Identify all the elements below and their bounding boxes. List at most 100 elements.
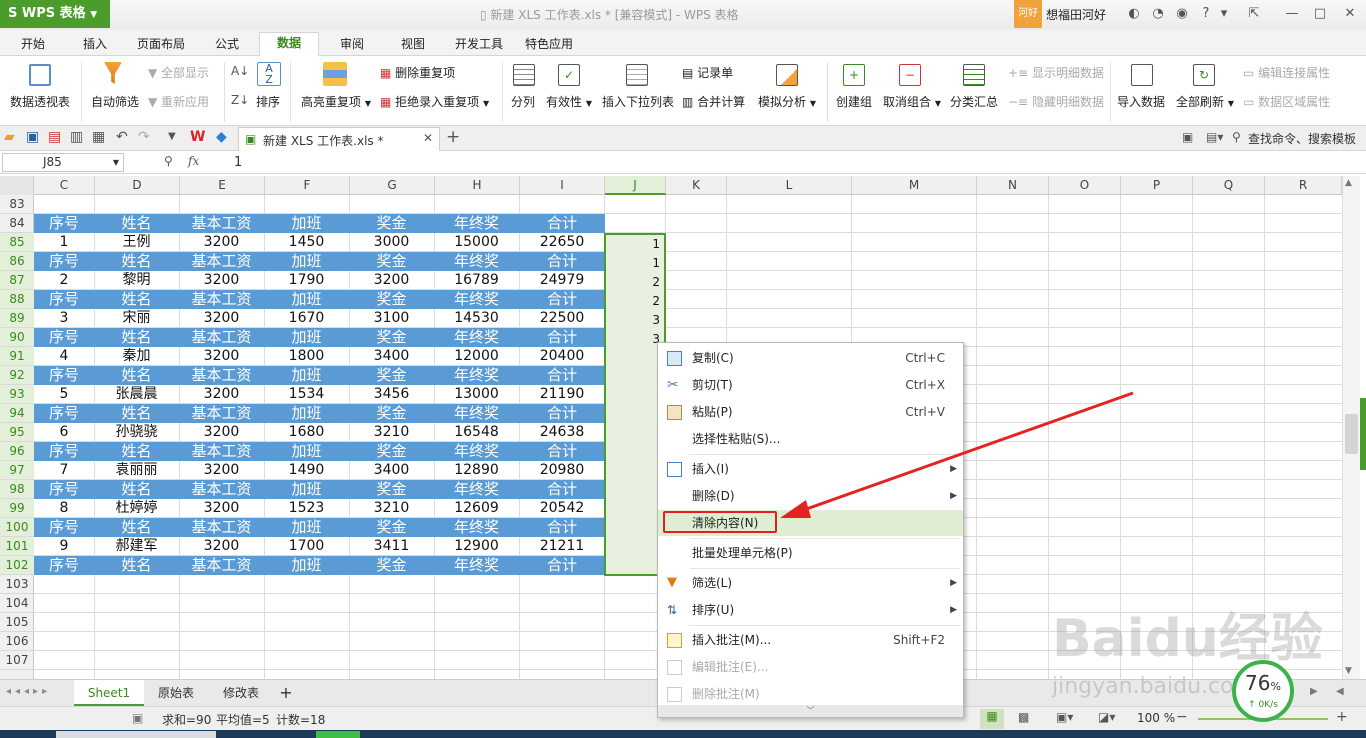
table-cell[interactable]: 奖金: [349, 556, 434, 575]
table-cell[interactable]: 12609: [434, 499, 519, 518]
table-cell[interactable]: 加班: [264, 214, 349, 233]
table-cell[interactable]: 序号: [34, 480, 94, 499]
table-cell[interactable]: 24638: [519, 423, 605, 442]
open-folder-icon[interactable]: ▰: [4, 129, 15, 145]
table-cell[interactable]: 张晨晨: [94, 385, 179, 404]
range-properties-button[interactable]: ▭ 数据区域属性: [1243, 93, 1330, 110]
close-icon[interactable]: ✕: [423, 131, 433, 145]
function-icon[interactable]: fx: [188, 154, 199, 168]
table-cell[interactable]: 16548: [434, 423, 519, 442]
col-header[interactable]: L: [727, 176, 852, 195]
user-name[interactable]: 想福田河好: [1046, 6, 1106, 23]
table-cell[interactable]: 3200: [349, 271, 434, 290]
table-cell[interactable]: 序号: [34, 328, 94, 347]
settings-icon[interactable]: ◉: [1172, 4, 1192, 24]
menu-filter[interactable]: ▼ 筛选(L) ▶: [658, 570, 963, 596]
menu-sort[interactable]: ⇅ 排序(U) ▶: [658, 597, 963, 623]
col-header-selected[interactable]: J: [605, 176, 666, 195]
zoom-in-icon[interactable]: +: [1336, 709, 1348, 725]
search-icon[interactable]: ⚲: [1232, 130, 1241, 144]
select-all-corner[interactable]: [0, 176, 34, 195]
table-cell[interactable]: 1523: [264, 499, 349, 518]
table-cell[interactable]: 年终奖: [434, 404, 519, 423]
tab-home[interactable]: 开始: [8, 34, 58, 56]
table-header-row[interactable]: 序号 姓名 基本工资 加班 奖金 年终奖 合计: [34, 442, 605, 461]
formula-input[interactable]: 1: [234, 155, 242, 170]
table-cell[interactable]: 16789: [434, 271, 519, 290]
table-cell[interactable]: 基本工资: [179, 328, 264, 347]
table-cell[interactable]: 奖金: [349, 442, 434, 461]
sheet-tab-active[interactable]: Sheet1: [74, 680, 144, 706]
reapply-button[interactable]: ▼ 重新应用: [148, 93, 209, 110]
table-cell[interactable]: 3400: [349, 461, 434, 480]
tab-special[interactable]: 特色应用: [518, 34, 580, 56]
table-cell[interactable]: 8: [34, 499, 94, 518]
table-cell[interactable]: 基本工资: [179, 442, 264, 461]
row-number[interactable]: 107: [0, 651, 34, 670]
row-number[interactable]: 93: [0, 385, 34, 404]
table-cell[interactable]: 秦加: [94, 347, 179, 366]
row-number[interactable]: 105: [0, 613, 34, 632]
scroll-right-icon[interactable]: ▶: [1310, 686, 1318, 697]
cell-j-value[interactable]: 2: [652, 292, 660, 311]
table-cell[interactable]: 22500: [519, 309, 605, 328]
table-cell[interactable]: 合计: [519, 480, 605, 499]
table-cell[interactable]: 合计: [519, 328, 605, 347]
table-cell[interactable]: 姓名: [94, 480, 179, 499]
app-menu-button[interactable]: S WPS 表格 ▼: [0, 0, 110, 28]
table-cell[interactable]: 年终奖: [434, 442, 519, 461]
export-pdf-icon[interactable]: ▤: [48, 129, 61, 145]
row-number[interactable]: 97: [0, 461, 34, 480]
chevron-down-icon[interactable]: ▾: [1214, 4, 1234, 24]
scroll-down-icon[interactable]: ▼: [1345, 666, 1352, 676]
row-number[interactable]: 95: [0, 423, 34, 442]
table-cell[interactable]: 加班: [264, 290, 349, 309]
table-cell[interactable]: 12000: [434, 347, 519, 366]
table-cell[interactable]: 宋丽: [94, 309, 179, 328]
table-cell[interactable]: 基本工资: [179, 556, 264, 575]
table-cell[interactable]: 奖金: [349, 252, 434, 271]
split-column-button[interactable]: 分列: [511, 93, 535, 110]
table-cell[interactable]: 合计: [519, 442, 605, 461]
table-cell[interactable]: 基本工资: [179, 290, 264, 309]
table-cell[interactable]: 孙骁骁: [94, 423, 179, 442]
tab-view[interactable]: 视图: [390, 34, 436, 56]
table-row[interactable]: 8 杜婷婷 3200 1523 3210 12609 20542: [34, 499, 605, 518]
table-cell[interactable]: 姓名: [94, 442, 179, 461]
table-cell[interactable]: 加班: [264, 480, 349, 499]
table-cell[interactable]: 姓名: [94, 290, 179, 309]
col-header[interactable]: M: [852, 176, 977, 195]
table-cell[interactable]: 20980: [519, 461, 605, 480]
table-cell[interactable]: 序号: [34, 214, 94, 233]
table-cell[interactable]: 加班: [264, 442, 349, 461]
table-cell[interactable]: 姓名: [94, 556, 179, 575]
menu-delete-comment[interactable]: 删除批注(M): [658, 681, 963, 707]
new-tab-icon[interactable]: +: [446, 127, 460, 147]
table-cell[interactable]: 4: [34, 347, 94, 366]
table-cell[interactable]: 3411: [349, 537, 434, 556]
col-header[interactable]: R: [1265, 176, 1342, 195]
row-number[interactable]: 83: [0, 195, 34, 214]
table-cell[interactable]: 1680: [264, 423, 349, 442]
table-cell[interactable]: 合计: [519, 252, 605, 271]
edit-connection-button[interactable]: ▭ 编辑连接属性: [1243, 64, 1330, 81]
table-cell[interactable]: 3200: [179, 347, 264, 366]
scroll-left-icon[interactable]: ◀: [1336, 686, 1344, 697]
zoom-out-icon[interactable]: −: [1176, 709, 1188, 725]
col-header[interactable]: P: [1121, 176, 1193, 195]
table-cell[interactable]: 奖金: [349, 518, 434, 537]
table-header-row[interactable]: 序号 姓名 基本工资 加班 奖金 年终奖 合计: [34, 290, 605, 309]
row-number[interactable]: 104: [0, 594, 34, 613]
table-row[interactable]: 9 郝建军 3200 1700 3411 12900 21211: [34, 537, 605, 556]
table-cell[interactable]: 3400: [349, 347, 434, 366]
table-header-row[interactable]: 序号 姓名 基本工资 加班 奖金 年终奖 合计: [34, 328, 605, 347]
table-cell[interactable]: 郝建军: [94, 537, 179, 556]
row-number[interactable]: 96: [0, 442, 34, 461]
table-row[interactable]: 5 张晨晨 3200 1534 3456 13000 21190: [34, 385, 605, 404]
tab-page-layout[interactable]: 页面布局: [130, 34, 192, 56]
table-cell[interactable]: 序号: [34, 404, 94, 423]
table-cell[interactable]: 3100: [349, 309, 434, 328]
table-cell[interactable]: 基本工资: [179, 404, 264, 423]
chevron-down-icon[interactable]: ▼: [113, 154, 119, 171]
table-cell[interactable]: 12900: [434, 537, 519, 556]
